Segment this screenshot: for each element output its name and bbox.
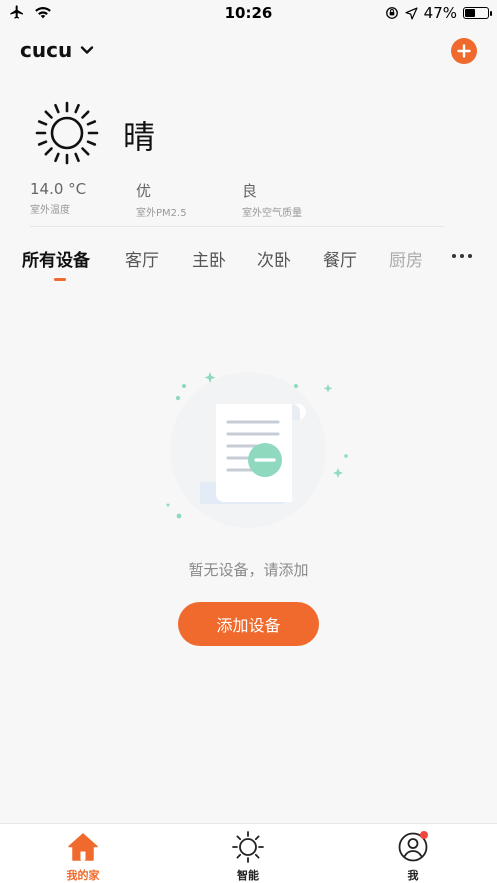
tab-second-bedroom[interactable]: 次卧 bbox=[257, 246, 291, 271]
empty-devices-illustration bbox=[166, 372, 348, 528]
status-right: 47% bbox=[385, 4, 492, 22]
battery-fill bbox=[465, 9, 475, 17]
tabbar-item-my-home[interactable]: 我的家 bbox=[33, 830, 133, 883]
weather-condition: 晴 bbox=[123, 118, 156, 156]
home-selector[interactable]: cucu bbox=[20, 38, 94, 62]
metric-label: 室外空气质量 bbox=[242, 208, 302, 219]
home-icon bbox=[68, 833, 98, 861]
location-arrow-icon bbox=[405, 6, 418, 20]
sun-icon bbox=[35, 101, 99, 165]
smart-sun-icon bbox=[232, 831, 264, 863]
metric-value: 14.0 °C bbox=[30, 180, 87, 198]
metric-outdoor-pm25: 优 室外PM2.5 bbox=[136, 180, 242, 219]
tabbar-label: 我 bbox=[407, 869, 419, 882]
tabbar-label: 我的家 bbox=[66, 869, 100, 882]
profile-icon-wrap bbox=[396, 830, 430, 864]
chevron-down-icon bbox=[80, 46, 94, 54]
metric-label: 室外温度 bbox=[30, 205, 70, 216]
more-tabs-icon[interactable] bbox=[452, 254, 472, 258]
home-name: cucu bbox=[20, 38, 73, 62]
tab-dining-room[interactable]: 餐厅 bbox=[323, 246, 357, 271]
metric-value: 良 bbox=[242, 182, 258, 200]
add-button[interactable] bbox=[451, 38, 477, 64]
metric-label: 室外PM2.5 bbox=[136, 208, 187, 219]
tab-master-bedroom[interactable]: 主卧 bbox=[192, 246, 226, 271]
tab-living-room[interactable]: 客厅 bbox=[125, 246, 159, 271]
tab-active-indicator bbox=[54, 278, 66, 281]
room-tabs: 所有设备 客厅 主卧 次卧 餐厅 厨房 bbox=[22, 246, 482, 282]
add-device-button[interactable]: 添加设备 bbox=[178, 602, 319, 646]
bottom-tab-bar: 我的家 智能 我 bbox=[0, 823, 497, 883]
metric-outdoor-temperature: 14.0 °C 室外温度 bbox=[30, 180, 136, 219]
notification-badge bbox=[420, 831, 428, 839]
metric-value: 优 bbox=[136, 182, 152, 200]
battery-percent: 47% bbox=[423, 4, 457, 22]
plus-icon bbox=[457, 44, 471, 58]
battery-icon bbox=[463, 7, 492, 19]
weather-metrics: 14.0 °C 室外温度 优 室外PM2.5 良 室外空气质量 bbox=[30, 180, 450, 219]
tab-kitchen[interactable]: 厨房 bbox=[389, 246, 423, 271]
rotation-lock-icon bbox=[385, 7, 398, 19]
home-screen: 10:26 47% cucu 晴 14.0 °C 室外温度 优 室外PM2.5 … bbox=[0, 0, 497, 883]
tabbar-item-me[interactable]: 我 bbox=[363, 830, 463, 883]
tabbar-item-smart[interactable]: 智能 bbox=[198, 830, 298, 883]
tabbar-label: 智能 bbox=[237, 869, 259, 882]
status-bar: 10:26 47% bbox=[0, 0, 497, 26]
metric-outdoor-air-quality: 良 室外空气质量 bbox=[242, 180, 348, 219]
empty-state-message: 暂无设备，请添加 bbox=[188, 561, 309, 579]
tab-all-devices[interactable]: 所有设备 bbox=[22, 246, 90, 271]
divider bbox=[30, 226, 444, 227]
